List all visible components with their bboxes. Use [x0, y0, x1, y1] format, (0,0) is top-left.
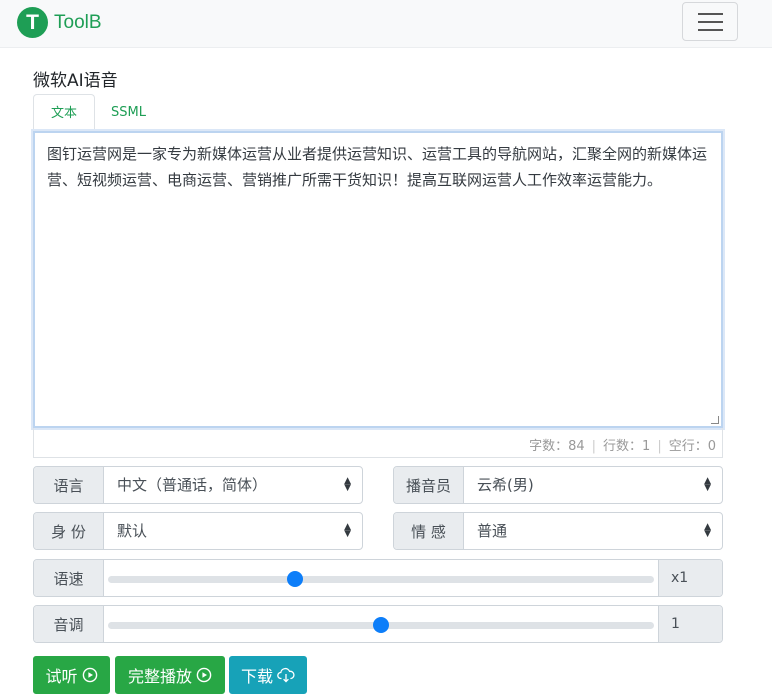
emotion-select[interactable]: 普通 ▲ ▼ [464, 513, 722, 549]
pitch-slider[interactable] [104, 606, 658, 642]
download-button-label: 下载 [240, 667, 273, 686]
play-circle-icon [196, 667, 212, 683]
full-play-button[interactable]: 完整播放 [115, 656, 225, 694]
hamburger-menu-icon [698, 29, 723, 31]
pitch-label: 音调 [34, 606, 104, 642]
hamburger-menu-button[interactable] [682, 2, 738, 41]
speed-slider[interactable] [104, 560, 658, 596]
tab-text[interactable]: 文本 [33, 94, 95, 133]
pitch-slider-group: 音调 1 [33, 605, 723, 643]
preview-button[interactable]: 试听 [33, 656, 110, 694]
emotion-label: 情 感 [394, 513, 464, 549]
speed-value: x1 [658, 560, 722, 596]
speed-label: 语速 [34, 560, 104, 596]
input-mode-tabs: 文本 SSML [33, 94, 723, 133]
role-select-group: 身 份 默认 ▲ ▼ [33, 512, 363, 550]
select-arrows-icon: ▲ ▼ [344, 522, 351, 539]
divider: | [657, 439, 662, 454]
language-select-group: 语言 中文（普通话，简体） ▲ ▼ [33, 466, 363, 504]
line-count-label: 行数： [603, 439, 643, 454]
toolb-logo-icon: T [17, 7, 48, 38]
emotion-select-group: 情 感 普通 ▲ ▼ [393, 512, 723, 550]
speed-slider-thumb[interactable] [286, 571, 303, 587]
voice-value: 云希(男) [477, 476, 534, 494]
pitch-value: 1 [658, 606, 722, 642]
brand-name: ToolB [54, 11, 102, 33]
download-button[interactable]: 下载 [229, 656, 307, 694]
hamburger-menu-icon [698, 13, 723, 15]
empty-line-count: 0 [707, 439, 716, 454]
tab-ssml[interactable]: SSML [96, 94, 161, 133]
language-label: 语言 [34, 467, 104, 503]
page-title: 微软AI语音 [33, 71, 118, 91]
hamburger-menu-icon [698, 21, 723, 23]
full-play-button-label: 完整播放 [127, 667, 192, 686]
top-navbar: T ToolB [0, 0, 772, 48]
text-stats-bar: 字数：84 | 行数：1 | 空行：0 [33, 428, 723, 458]
select-arrows-icon: ▲ ▼ [704, 476, 711, 493]
char-count-label: 字数： [529, 439, 569, 454]
role-value: 默认 [117, 522, 148, 540]
speed-slider-group: 语速 x1 [33, 559, 723, 597]
speed-slider-track [108, 576, 654, 583]
play-circle-icon [82, 667, 97, 683]
preview-button-label: 试听 [45, 667, 78, 686]
language-select[interactable]: 中文（普通话，简体） ▲ ▼ [104, 467, 362, 503]
role-select[interactable]: 默认 ▲ ▼ [104, 513, 362, 549]
language-value: 中文（普通话，简体） [117, 476, 268, 494]
role-label: 身 份 [34, 513, 104, 549]
pitch-slider-thumb[interactable] [373, 617, 389, 633]
char-count: 84 [568, 439, 585, 454]
voice-select-group: 播音员 云希(男) ▲ ▼ [393, 466, 723, 504]
empty-line-count-label: 空行： [668, 439, 708, 454]
cloud-download-icon [277, 667, 295, 683]
voice-select[interactable]: 云希(男) ▲ ▼ [464, 467, 722, 503]
text-editor-frame: 图钉运营网是一家专为新媒体运营从业者提供运营知识、运营工具的导航网站，汇聚全网的… [33, 131, 723, 428]
divider: | [591, 439, 597, 454]
voice-label: 播音员 [394, 467, 464, 503]
brand[interactable]: T ToolB [17, 7, 102, 38]
select-arrows-icon: ▲ ▼ [344, 476, 351, 493]
resize-grip-icon[interactable] [711, 416, 719, 424]
text-input[interactable]: 图钉运营网是一家专为新媒体运营从业者提供运营知识、运营工具的导航网站，汇聚全网的… [35, 133, 721, 426]
emotion-value: 普通 [477, 522, 508, 540]
select-arrows-icon: ▲ ▼ [704, 522, 711, 539]
line-count: 1 [642, 439, 651, 454]
